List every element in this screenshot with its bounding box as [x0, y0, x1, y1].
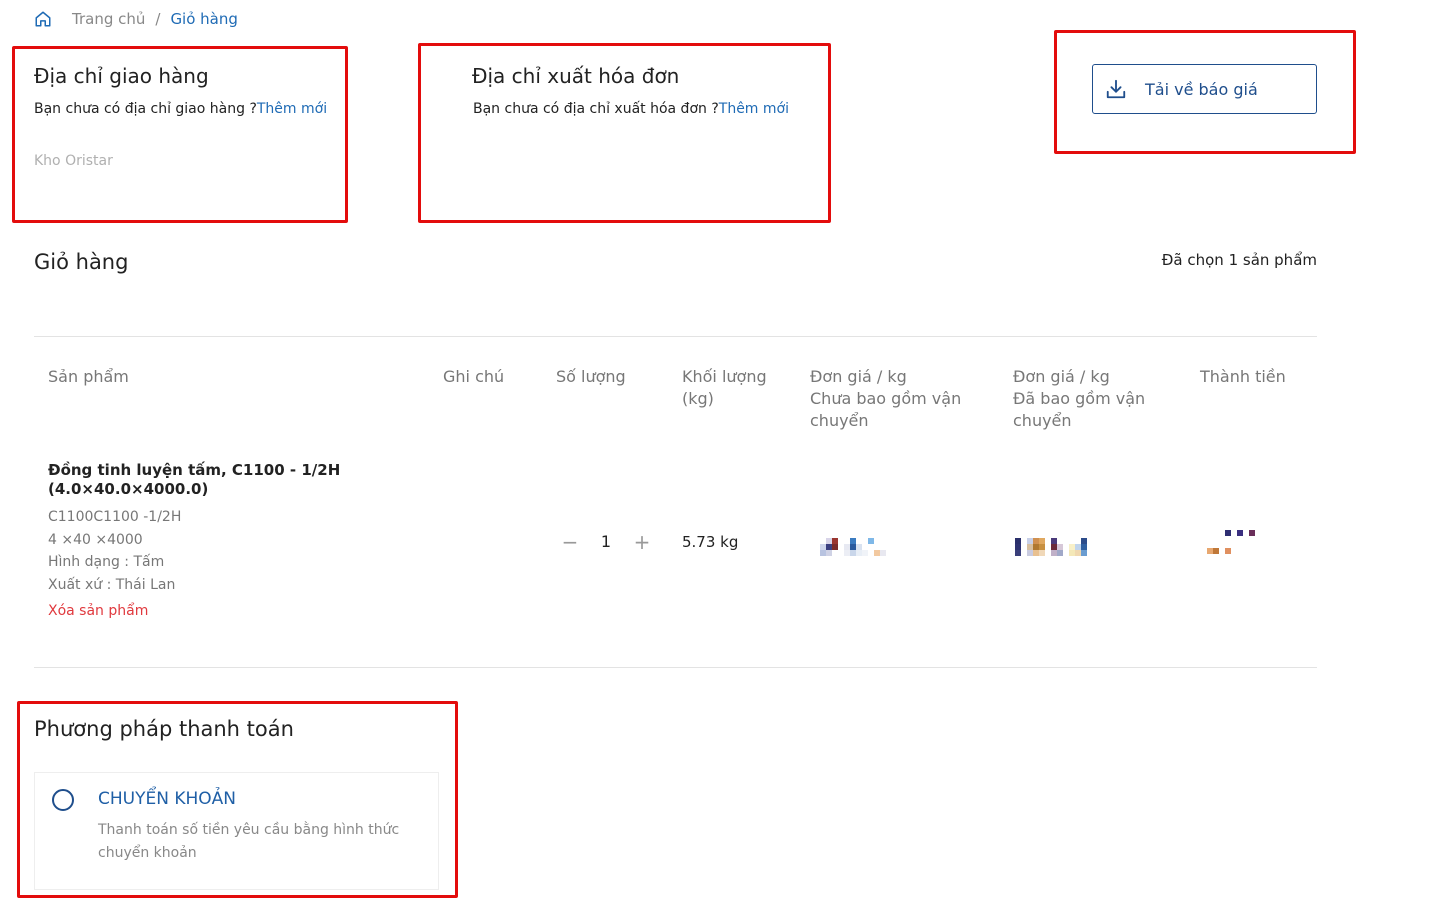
- column-header-price-excl-line2: Chưa bao gồm vận: [810, 389, 962, 408]
- payment-option-description: Thanh toán số tiền yêu cầu bằng hình thứ…: [98, 822, 400, 861]
- column-header-weight-line1: Khối lượng: [682, 367, 767, 386]
- cart-page: Trang chủ / Giỏ hàng Địa chỉ giao hàng B…: [0, 0, 1440, 903]
- breadcrumb-home[interactable]: Trang chủ: [72, 10, 145, 28]
- column-header-price-incl-line1: Đơn giá / kg: [1013, 367, 1110, 386]
- product-name-line2: (4.0×40.0×4000.0): [48, 480, 209, 498]
- table-bottom-divider: [34, 667, 1317, 668]
- breadcrumb-current[interactable]: Giỏ hàng: [170, 10, 237, 28]
- home-icon[interactable]: [34, 9, 52, 29]
- product-code: C1100C1100 -1/2H: [48, 509, 182, 525]
- column-header-price-incl-shipping: Đơn giá / kg Đã bao gồm vận chuyển: [1013, 366, 1145, 432]
- delete-product-link[interactable]: Xóa sản phẩm: [48, 603, 148, 619]
- download-quote-button[interactable]: Tải về báo giá: [1092, 64, 1317, 114]
- shipping-title: Địa chỉ giao hàng: [34, 64, 209, 88]
- quantity-increase-button[interactable]: +: [632, 530, 652, 554]
- column-header-price-excl-line3: chuyển: [810, 411, 869, 430]
- column-header-total: Thành tiền: [1200, 367, 1286, 386]
- invoice-add-link[interactable]: Thêm mới: [719, 101, 789, 117]
- shipping-add-link[interactable]: Thêm mới: [257, 101, 327, 117]
- invoice-title: Địa chỉ xuất hóa đơn: [472, 64, 680, 88]
- warehouse-field[interactable]: Kho Oristar: [34, 153, 113, 169]
- payment-option-bank-transfer[interactable]: CHUYỂN KHOẢN Thanh toán số tiền yêu cầu …: [34, 772, 439, 890]
- payment-radio[interactable]: [52, 789, 74, 811]
- product-weight: 5.73 kg: [682, 533, 739, 551]
- price-excl-shipping-redacted: [820, 538, 886, 556]
- payment-title: Phương pháp thanh toán: [34, 717, 294, 741]
- invoice-empty-text: Bạn chưa có địa chỉ xuất hóa đơn ?Thêm m…: [473, 101, 789, 117]
- invoice-empty-label: Bạn chưa có địa chỉ xuất hóa đơn ?: [473, 101, 719, 117]
- selected-count: Đã chọn 1 sản phẩm: [1161, 251, 1317, 269]
- total-redacted: [1207, 530, 1255, 554]
- shipping-empty-label: Bạn chưa có địa chỉ giao hàng ?: [34, 101, 257, 117]
- product-origin: Xuất xứ : Thái Lan: [48, 577, 176, 593]
- table-top-divider: [34, 336, 1317, 337]
- column-header-price-excl-shipping: Đơn giá / kg Chưa bao gồm vận chuyển: [810, 366, 961, 432]
- download-quote-label: Tải về báo giá: [1145, 79, 1258, 99]
- quantity-decrease-button[interactable]: −: [560, 530, 580, 554]
- column-header-price-incl-line2: Đã bao gồm vận: [1013, 389, 1146, 408]
- column-header-weight-line2: (kg): [682, 389, 714, 408]
- quantity-value[interactable]: 1: [598, 532, 614, 551]
- download-icon: [1106, 79, 1126, 99]
- cart-title: Giỏ hàng: [34, 250, 129, 274]
- price-incl-shipping-redacted: [1015, 538, 1087, 556]
- payment-option-label[interactable]: CHUYỂN KHOẢN: [98, 789, 236, 809]
- column-header-price-incl-line3: chuyển: [1013, 411, 1072, 430]
- column-header-price-excl-line1: Đơn giá / kg: [810, 367, 907, 386]
- column-header-quantity: Số lượng: [556, 367, 626, 386]
- breadcrumb: Trang chủ / Giỏ hàng: [34, 9, 238, 29]
- breadcrumb-separator: /: [155, 10, 161, 28]
- product-name-line1: Đồng tinh luyện tấm, C1100 - 1/2H: [48, 461, 341, 479]
- product-name[interactable]: Đồng tinh luyện tấm, C1100 - 1/2H (4.0×4…: [48, 461, 348, 499]
- column-header-product: Sản phẩm: [48, 367, 129, 386]
- shipping-empty-text: Bạn chưa có địa chỉ giao hàng ?Thêm mới: [34, 101, 327, 117]
- column-header-weight: Khối lượng (kg): [682, 366, 767, 410]
- product-size: 4 ×40 ×4000: [48, 532, 143, 548]
- column-header-note: Ghi chú: [443, 367, 505, 386]
- product-shape: Hình dạng : Tấm: [48, 554, 165, 570]
